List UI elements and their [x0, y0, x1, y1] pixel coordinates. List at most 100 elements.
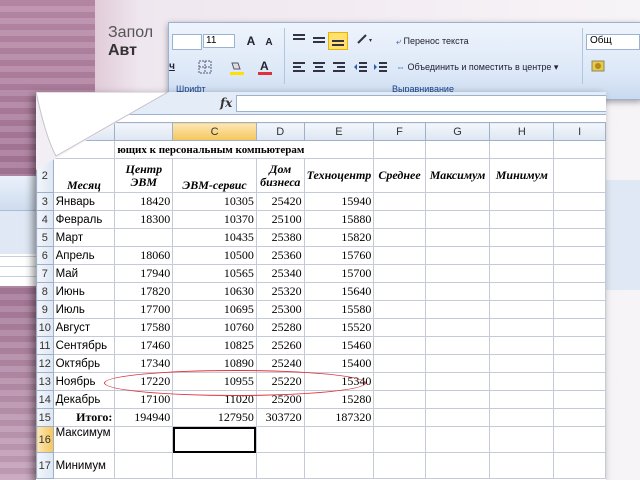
cell[interactable]	[373, 408, 426, 427]
total-evm-service[interactable]: 127950	[172, 408, 257, 427]
font-name-box[interactable]	[172, 34, 202, 50]
cell[interactable]	[373, 372, 426, 391]
cell[interactable]	[553, 408, 606, 427]
cell[interactable]	[424, 390, 491, 409]
cell[interactable]	[553, 300, 606, 319]
center-evm-cell[interactable]: 17940	[114, 264, 174, 283]
underline-button[interactable]: ч	[164, 60, 180, 76]
cell[interactable]	[424, 246, 491, 265]
dom-biznesa-cell[interactable]: 25100	[255, 210, 305, 229]
month-cell[interactable]: Январь	[52, 192, 116, 211]
column-header-g[interactable]: G	[424, 122, 491, 141]
cell[interactable]	[553, 210, 606, 229]
cell[interactable]	[424, 192, 491, 211]
month-cell[interactable]: Февраль	[52, 210, 116, 229]
row-header[interactable]: 9	[36, 300, 54, 319]
cell[interactable]	[489, 192, 555, 211]
cell[interactable]	[303, 452, 375, 479]
center-evm-cell[interactable]: 17580	[114, 318, 174, 337]
cell[interactable]	[424, 354, 491, 373]
cell[interactable]	[373, 210, 426, 229]
number-format-box[interactable]: Общ	[586, 34, 640, 50]
total-label[interactable]: Итого:	[52, 408, 116, 427]
cell[interactable]	[373, 140, 426, 159]
wrap-text-button[interactable]: ⤶ Перенос текста	[396, 36, 469, 47]
center-evm-cell[interactable]	[114, 228, 174, 247]
center-evm-cell[interactable]: 17460	[114, 336, 174, 355]
align-center-button[interactable]	[310, 60, 328, 76]
technocenter-cell[interactable]: 15820	[303, 228, 375, 247]
technocenter-cell[interactable]: 15880	[303, 210, 375, 229]
align-bottom-button[interactable]	[328, 32, 348, 50]
technocenter-cell[interactable]: 15520	[303, 318, 375, 337]
evm-service-cell[interactable]: 10500	[172, 246, 257, 265]
row-header[interactable]: 5	[36, 228, 54, 247]
technocenter-cell[interactable]: 15580	[303, 300, 375, 319]
cell[interactable]	[489, 140, 555, 159]
cell[interactable]	[424, 372, 491, 391]
cell[interactable]	[114, 426, 174, 453]
cell[interactable]	[373, 390, 426, 409]
cell[interactable]	[553, 372, 606, 391]
cell[interactable]	[553, 336, 606, 355]
cell[interactable]	[553, 246, 606, 265]
align-right-button[interactable]	[330, 60, 348, 76]
cell[interactable]	[424, 264, 491, 283]
decrease-indent-button[interactable]	[352, 60, 370, 76]
center-evm-cell[interactable]: 17340	[114, 354, 174, 373]
month-cell[interactable]: Декабрь	[52, 390, 116, 409]
orientation-button[interactable]	[354, 32, 376, 48]
formula-input[interactable]	[236, 95, 606, 112]
evm-service-cell[interactable]: 10825	[172, 336, 257, 355]
row-header[interactable]: 17	[36, 452, 54, 479]
dom-biznesa-cell[interactable]: 25320	[255, 282, 305, 301]
font-size-box[interactable]: 11	[203, 34, 235, 48]
cell[interactable]	[489, 228, 555, 247]
cell[interactable]	[373, 264, 426, 283]
evm-service-cell[interactable]: 10370	[172, 210, 257, 229]
technocenter-cell[interactable]: 15460	[303, 336, 375, 355]
align-left-button[interactable]	[290, 60, 308, 76]
cell[interactable]	[489, 318, 555, 337]
center-evm-cell[interactable]: 17700	[114, 300, 174, 319]
max-label[interactable]: Максимум	[52, 426, 116, 453]
cell[interactable]	[303, 426, 375, 453]
cell[interactable]	[424, 426, 491, 453]
header-minimum[interactable]: Минимум	[489, 158, 555, 193]
month-cell[interactable]: Сентябрь	[52, 336, 116, 355]
cell[interactable]	[373, 192, 426, 211]
row-header[interactable]: 7	[36, 264, 54, 283]
cell[interactable]	[424, 300, 491, 319]
cell[interactable]	[424, 282, 491, 301]
technocenter-cell[interactable]: 15400	[303, 354, 375, 373]
evm-service-cell[interactable]: 10630	[172, 282, 257, 301]
total-center-evm[interactable]: 194940	[114, 408, 174, 427]
month-cell[interactable]: Апрель	[52, 246, 116, 265]
center-evm-cell[interactable]: 18420	[114, 192, 174, 211]
row-header[interactable]: 15	[36, 408, 54, 427]
min-label[interactable]: Минимум	[52, 452, 116, 479]
cell[interactable]	[373, 318, 426, 337]
cell[interactable]	[553, 140, 606, 159]
cell[interactable]	[489, 246, 555, 265]
cell[interactable]	[553, 264, 606, 283]
row-header[interactable]: 6	[36, 246, 54, 265]
dom-biznesa-cell[interactable]: 25360	[255, 246, 305, 265]
evm-service-cell[interactable]: 10565	[172, 264, 257, 283]
column-header-f[interactable]: F	[373, 122, 426, 141]
cell[interactable]	[172, 452, 257, 479]
borders-button[interactable]	[196, 60, 214, 76]
row-header[interactable]: 3	[36, 192, 54, 211]
shrink-font-button[interactable]: A	[262, 36, 276, 52]
header-maximum[interactable]: Максимум	[424, 158, 491, 193]
center-evm-cell[interactable]: 18060	[114, 246, 174, 265]
grow-font-button[interactable]: A	[244, 34, 258, 50]
evm-service-cell[interactable]: 10760	[172, 318, 257, 337]
cell[interactable]	[553, 158, 606, 193]
cell[interactable]	[424, 408, 491, 427]
cell[interactable]	[373, 282, 426, 301]
month-cell[interactable]: Август	[52, 318, 116, 337]
cell[interactable]	[553, 192, 606, 211]
cell[interactable]	[255, 426, 305, 453]
dom-biznesa-cell[interactable]: 25280	[255, 318, 305, 337]
